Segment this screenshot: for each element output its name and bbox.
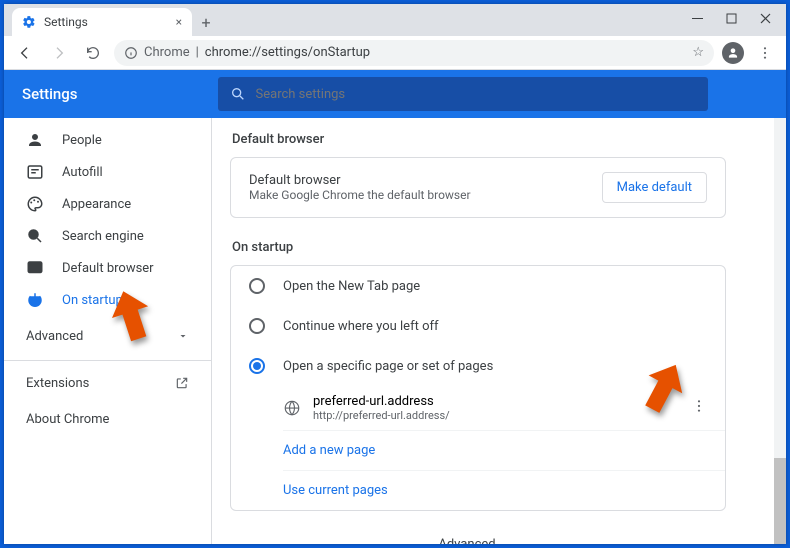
default-browser-subtitle: Make Google Chrome the default browser	[249, 188, 471, 202]
on-startup-card: Open the New Tab page Continue where you…	[230, 265, 726, 511]
sidebar-item-people[interactable]: People	[4, 124, 211, 156]
search-input[interactable]	[256, 87, 696, 102]
person-icon	[26, 131, 44, 149]
sidebar-extensions[interactable]: Extensions	[4, 365, 211, 401]
sidebar-item-autofill[interactable]: Autofill	[4, 156, 211, 188]
add-new-page-link[interactable]: Add a new page	[283, 430, 725, 470]
sidebar-advanced-toggle[interactable]: Advanced	[4, 316, 211, 356]
scrollbar-thumb[interactable]	[774, 458, 786, 544]
globe-icon	[283, 399, 301, 417]
more-vertical-icon	[691, 398, 707, 414]
search-icon	[26, 227, 44, 245]
radio-icon	[249, 318, 265, 334]
option-label: Open the New Tab page	[283, 279, 420, 294]
power-icon	[26, 291, 44, 309]
startup-option-continue[interactable]: Continue where you left off	[231, 306, 725, 346]
startup-pages-list: preferred-url.address http://preferred-u…	[231, 386, 725, 510]
chevron-down-icon	[177, 330, 189, 342]
page-url: http://preferred-url.address/	[313, 409, 450, 422]
sidebar-item-appearance[interactable]: Appearance	[4, 188, 211, 220]
sidebar: People Autofill Appearance Search engine…	[4, 118, 212, 544]
page-actions-menu[interactable]	[691, 398, 707, 418]
about-label: About Chrome	[26, 412, 109, 427]
default-browser-label: Default browser	[249, 173, 471, 188]
reload-button[interactable]	[80, 40, 106, 66]
sidebar-about-chrome[interactable]: About Chrome	[4, 401, 211, 437]
radio-icon	[249, 278, 265, 294]
content-area: People Autofill Appearance Search engine…	[4, 118, 786, 544]
sidebar-item-label: Autofill	[62, 165, 103, 180]
forward-button[interactable]	[46, 40, 72, 66]
url-prefix: Chrome	[144, 45, 190, 60]
palette-icon	[26, 195, 44, 213]
radio-checked-icon	[249, 358, 265, 374]
new-tab-button[interactable]: +	[192, 8, 220, 36]
chrome-window: Settings × + Chrome | chrome://settings/…	[4, 4, 786, 544]
toolbar: Chrome | chrome://settings/onStartup ☆	[4, 36, 786, 70]
settings-title: Settings	[22, 85, 78, 103]
tab-title: Settings	[44, 15, 88, 29]
close-window-button[interactable]	[748, 4, 782, 32]
make-default-button[interactable]: Make default	[602, 172, 707, 203]
back-button[interactable]	[12, 40, 38, 66]
option-label: Continue where you left off	[283, 319, 439, 334]
search-settings-box[interactable]	[218, 77, 708, 111]
divider	[4, 360, 211, 361]
sidebar-item-label: People	[62, 133, 102, 148]
titlebar: Settings × +	[4, 4, 786, 36]
autofill-icon	[26, 163, 44, 181]
extensions-label: Extensions	[26, 376, 89, 391]
settings-header: Settings	[4, 70, 786, 118]
sidebar-item-label: On startup	[62, 293, 123, 308]
bookmark-star-icon[interactable]: ☆	[692, 45, 704, 60]
default-browser-card: Default browser Make Google Chrome the d…	[230, 157, 726, 218]
chevron-down-icon	[506, 539, 518, 545]
minimize-button[interactable]	[680, 4, 714, 32]
main-panel: Default browser Default browser Make Goo…	[212, 118, 786, 544]
browser-tab[interactable]: Settings ×	[12, 8, 192, 36]
advanced-footer-label: Advanced	[438, 537, 495, 544]
info-icon	[124, 46, 138, 60]
external-link-icon	[175, 376, 189, 390]
sidebar-item-search-engine[interactable]: Search engine	[4, 220, 211, 252]
startup-option-specific-page[interactable]: Open a specific page or set of pages	[231, 346, 725, 386]
use-current-pages-link[interactable]: Use current pages	[283, 470, 725, 510]
profile-avatar[interactable]	[722, 42, 744, 64]
startup-option-new-tab[interactable]: Open the New Tab page	[231, 266, 725, 306]
page-title: preferred-url.address	[313, 394, 450, 409]
window-controls	[680, 4, 782, 32]
gear-icon	[22, 15, 36, 29]
browser-menu-button[interactable]	[752, 40, 778, 66]
search-icon	[230, 86, 246, 102]
sidebar-item-label: Default browser	[62, 261, 154, 276]
startup-page-item: preferred-url.address http://preferred-u…	[283, 386, 725, 430]
browser-icon	[26, 259, 44, 277]
sidebar-item-label: Appearance	[62, 197, 131, 212]
section-title-on-startup: On startup	[232, 240, 726, 255]
sidebar-item-default-browser[interactable]: Default browser	[4, 252, 211, 284]
sidebar-item-on-startup[interactable]: On startup	[4, 284, 211, 316]
address-bar[interactable]: Chrome | chrome://settings/onStartup ☆	[114, 40, 714, 66]
advanced-label: Advanced	[26, 329, 83, 344]
section-title-default-browser: Default browser	[232, 132, 726, 147]
maximize-button[interactable]	[714, 4, 748, 32]
sidebar-item-label: Search engine	[62, 229, 144, 244]
url-text: chrome://settings/onStartup	[205, 45, 370, 60]
option-label: Open a specific page or set of pages	[283, 359, 493, 374]
advanced-footer-toggle[interactable]: Advanced	[230, 511, 726, 544]
close-icon[interactable]: ×	[176, 15, 182, 29]
